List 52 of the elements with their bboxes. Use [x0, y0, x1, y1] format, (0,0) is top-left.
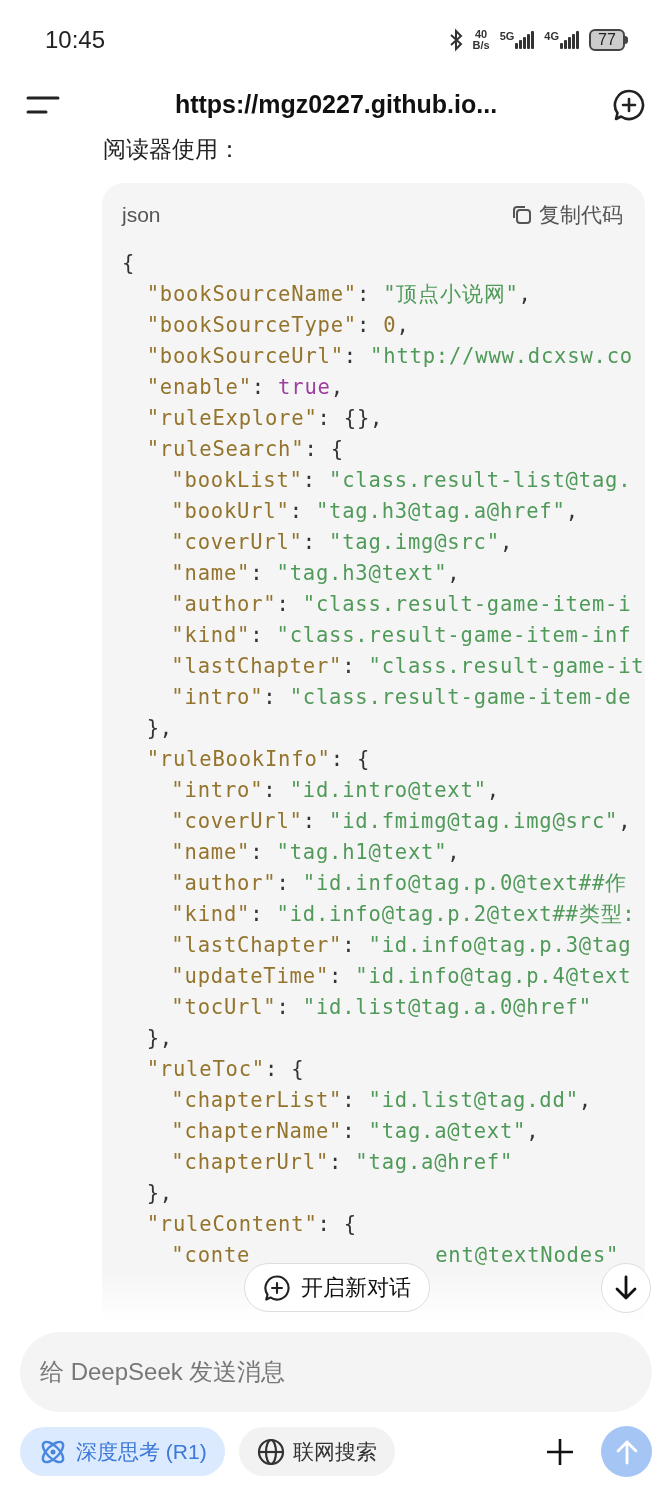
code-line: "ruleExplore": {},: [146, 405, 384, 432]
code-line: "chapterName": "tag.a@text",: [171, 1118, 540, 1145]
code-line: "chapterList": "id.list@tag.dd",: [171, 1087, 592, 1114]
code-line: "kind": "class.result-game-item-inf: [171, 622, 632, 649]
copy-icon: [511, 204, 533, 226]
code-line: "lastChapter": "id.info@tag.p.3@tag: [171, 932, 632, 959]
message-text: 阅读器使用：: [103, 136, 241, 162]
code-line: "updateTime": "id.info@tag.p.4@text: [171, 963, 632, 990]
code-line: },: [146, 1180, 173, 1207]
code-line: "ruleSearch": {: [146, 436, 344, 463]
code-line: "bookUrl": "tag.h3@tag.a@href",: [171, 498, 579, 525]
code-language: json: [122, 202, 161, 229]
code-line: "coverUrl": "id.fmimg@tag.img@src",: [171, 808, 632, 835]
deep-think-toggle[interactable]: 深度思考 (R1): [20, 1427, 225, 1476]
code-line: "coverUrl": "tag.img@src",: [171, 529, 514, 556]
bluetooth-icon: [448, 28, 463, 52]
code-line: "intro": "class.result-game-item-de: [171, 684, 632, 711]
new-chat-icon[interactable]: [612, 88, 646, 122]
code-line: "ruleToc": {: [146, 1056, 305, 1083]
code-line: "chapterUrl": "tag.a@href": [171, 1149, 514, 1176]
arrow-down-icon: [614, 1275, 638, 1301]
message-input[interactable]: 给 DeepSeek 发送消息: [20, 1332, 652, 1412]
code-line: {: [122, 250, 136, 277]
web-search-toggle[interactable]: 联网搜索: [238, 1427, 395, 1476]
battery-icon: 77: [589, 29, 628, 51]
code-line: "bookSourceType": 0,: [146, 312, 410, 339]
code-line: "ruleContent": {: [146, 1211, 357, 1238]
code-line: "bookSourceName": "顶点小说网",: [146, 281, 532, 308]
code-line: "enable": true,: [146, 374, 344, 401]
code-line: "kind": "id.info@tag.p.2@text##类型:: [171, 901, 636, 928]
code-line: "lastChapter": "class.result-game-it: [171, 653, 645, 680]
code-line: },: [146, 715, 173, 742]
network-speed: 40 B/s: [472, 29, 490, 51]
code-line: "bookList": "class.result-list@tag.: [171, 467, 632, 494]
arrow-up-icon: [615, 1438, 638, 1465]
copy-code-button[interactable]: 复制代码: [511, 199, 623, 231]
status-time: 10:45: [45, 25, 106, 55]
code-line: "intro": "id.intro@text",: [171, 777, 500, 804]
code-line: "author": "id.info@tag.p.0@text##作: [171, 870, 627, 897]
globe-icon: [256, 1437, 285, 1466]
code-line: "bookSourceUrl": "http://www.dcxsw.co: [146, 343, 633, 370]
plus-icon[interactable]: [545, 1436, 575, 1467]
code-line: "name": "tag.h1@text",: [171, 839, 461, 866]
code-line: "ruleBookInfo": {: [146, 746, 371, 773]
code-line: },: [146, 1025, 173, 1052]
code-line: "author": "class.result-game-item-i: [171, 591, 632, 618]
new-chat-icon: [263, 1273, 291, 1302]
new-chat-button[interactable]: 开启新对话: [244, 1263, 430, 1312]
code-line: "name": "tag.h3@text",: [171, 560, 461, 587]
menu-icon[interactable]: [26, 95, 60, 115]
code-line: "tocUrl": "id.list@tag.a.0@href": [171, 994, 592, 1021]
page-title: https://mgz0227.github.io...: [174, 89, 498, 121]
